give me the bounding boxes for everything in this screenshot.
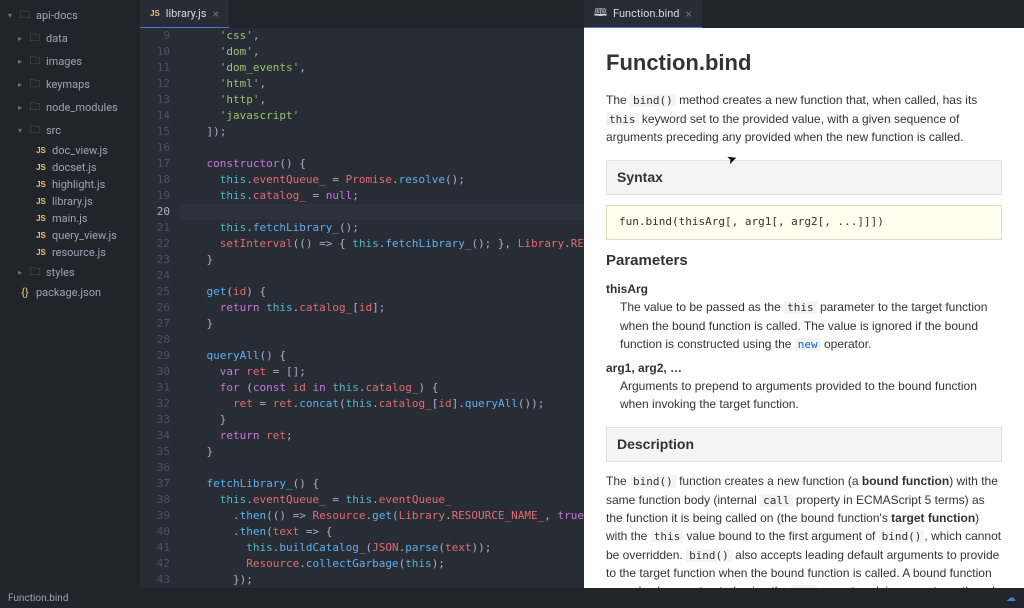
doc-title: Function.bind bbox=[606, 46, 1002, 79]
tree-file-library-js[interactable]: JS library.js bbox=[0, 193, 140, 210]
js-file-icon: JS bbox=[34, 163, 48, 172]
tree-folder-keymaps[interactable]: ▸🗀 keymaps bbox=[0, 73, 140, 96]
close-icon[interactable]: × bbox=[686, 7, 692, 21]
js-file-icon: JS bbox=[34, 214, 48, 223]
js-file-icon: JS bbox=[34, 197, 48, 206]
chevron-right-icon: ▸ bbox=[18, 103, 28, 112]
syntax-box: fun.bind(thisArg[, arg1[, arg2[, ...]]]) bbox=[606, 205, 1002, 240]
js-file-icon: JS bbox=[34, 248, 48, 257]
doc-tab-label: Function.bind bbox=[613, 7, 680, 20]
param-args-desc: Arguments to prepend to arguments provid… bbox=[606, 377, 1002, 413]
tree-file-query_view-js[interactable]: JS query_view.js bbox=[0, 227, 140, 244]
tree-file-doc_view-js[interactable]: JS doc_view.js bbox=[0, 142, 140, 159]
chevron-right-icon: ▸ bbox=[18, 34, 28, 43]
doc-intro: The bind() method creates a new function… bbox=[606, 91, 1002, 146]
tree-file-label: main.js bbox=[52, 212, 88, 225]
editor-tabbar: JS library.js × bbox=[140, 0, 584, 28]
syntax-heading: Syntax bbox=[606, 160, 1002, 195]
chevron-down-icon: ▾ bbox=[18, 126, 28, 135]
editor-pane: JS library.js × 910111213141516171819202… bbox=[140, 0, 584, 588]
folder-icon: 🗀 bbox=[28, 75, 42, 94]
chevron-right-icon: ▸ bbox=[18, 80, 28, 89]
js-file-icon: JS bbox=[34, 146, 48, 155]
tree-folder-node_modules[interactable]: ▸🗀 node_modules bbox=[0, 96, 140, 119]
file-tree: ▾ 🗀 api-docs ▸🗀data▸🗀images▸🗀keymaps▸🗀no… bbox=[0, 0, 140, 588]
description-heading: Description bbox=[606, 427, 1002, 462]
tree-file-label: package.json bbox=[36, 286, 101, 299]
tree-file-label: query_view.js bbox=[52, 229, 117, 242]
doc-tabbar: 🕮 Function.bind × bbox=[584, 0, 1024, 28]
js-file-icon: JS bbox=[150, 9, 160, 18]
tree-file-label: resource.js bbox=[52, 246, 106, 259]
json-file-icon: {} bbox=[18, 286, 32, 299]
tree-folder-src[interactable]: ▾🗀 src bbox=[0, 119, 140, 142]
tree-file-package-json[interactable]: {} package.json bbox=[0, 284, 140, 301]
folder-icon: 🗀 bbox=[28, 263, 42, 282]
line-gutter: 9101112131415161718192021222324252627282… bbox=[140, 28, 180, 588]
tree-file-label: docset.js bbox=[52, 161, 97, 174]
tree-file-main-js[interactable]: JS main.js bbox=[0, 210, 140, 227]
tree-folder-label: images bbox=[46, 55, 82, 68]
code-content[interactable]: 'css', 'dom', 'dom_events', 'html', 'htt… bbox=[180, 28, 584, 588]
js-file-icon: JS bbox=[34, 231, 48, 240]
tree-root[interactable]: ▾ 🗀 api-docs bbox=[0, 4, 140, 27]
tree-folder-images[interactable]: ▸🗀 images bbox=[0, 50, 140, 73]
tree-folder-label: data bbox=[46, 32, 68, 45]
code-area[interactable]: 9101112131415161718192021222324252627282… bbox=[140, 28, 584, 588]
tree-file-resource-js[interactable]: JS resource.js bbox=[0, 244, 140, 261]
tree-folder-data[interactable]: ▸🗀 data bbox=[0, 27, 140, 50]
tree-folder-label: styles bbox=[46, 266, 75, 279]
chevron-down-icon: ▾ bbox=[8, 11, 18, 20]
folder-icon: 🗀 bbox=[28, 52, 42, 71]
tab-library-js[interactable]: JS library.js × bbox=[140, 0, 229, 28]
doc-body[interactable]: Function.bind The bind() method creates … bbox=[584, 28, 1024, 588]
folder-icon: 🗀 bbox=[28, 98, 42, 117]
tree-folder-label: keymaps bbox=[46, 78, 90, 91]
param-thisarg-name: thisArg bbox=[606, 280, 1002, 298]
chevron-right-icon: ▸ bbox=[18, 268, 28, 277]
status-left: Function.bind bbox=[8, 593, 68, 604]
tree-folder-styles[interactable]: ▸🗀 styles bbox=[0, 261, 140, 284]
js-file-icon: JS bbox=[34, 180, 48, 189]
description-text: The bind() function creates a new functi… bbox=[606, 472, 1002, 588]
folder-icon: 🗀 bbox=[28, 121, 42, 140]
doc-pane: 🕮 Function.bind × Function.bind The bind… bbox=[584, 0, 1024, 588]
tree-folder-label: src bbox=[46, 124, 61, 137]
params-heading: Parameters bbox=[606, 250, 1002, 273]
tree-folder-label: node_modules bbox=[46, 101, 118, 114]
folder-icon: 🗀 bbox=[28, 29, 42, 48]
tree-file-highlight-js[interactable]: JS highlight.js bbox=[0, 176, 140, 193]
folder-icon: 🗀 bbox=[18, 6, 32, 25]
status-right-icon[interactable]: ☁ bbox=[1006, 593, 1016, 604]
tree-file-label: library.js bbox=[52, 195, 93, 208]
tree-file-label: highlight.js bbox=[52, 178, 105, 191]
doc-file-icon: 🕮 bbox=[594, 4, 607, 23]
chevron-right-icon: ▸ bbox=[18, 57, 28, 66]
tab-label: library.js bbox=[166, 7, 207, 20]
tree-file-label: doc_view.js bbox=[52, 144, 108, 157]
status-bar: Function.bind ☁ bbox=[0, 588, 1024, 608]
tree-root-label: api-docs bbox=[36, 9, 78, 22]
close-icon[interactable]: × bbox=[212, 7, 218, 21]
tree-file-docset-js[interactable]: JS docset.js bbox=[0, 159, 140, 176]
param-thisarg-desc: The value to be passed as the this param… bbox=[606, 298, 1002, 353]
tab-function-bind[interactable]: 🕮 Function.bind × bbox=[584, 0, 702, 28]
param-args-name: arg1, arg2, … bbox=[606, 359, 1002, 377]
